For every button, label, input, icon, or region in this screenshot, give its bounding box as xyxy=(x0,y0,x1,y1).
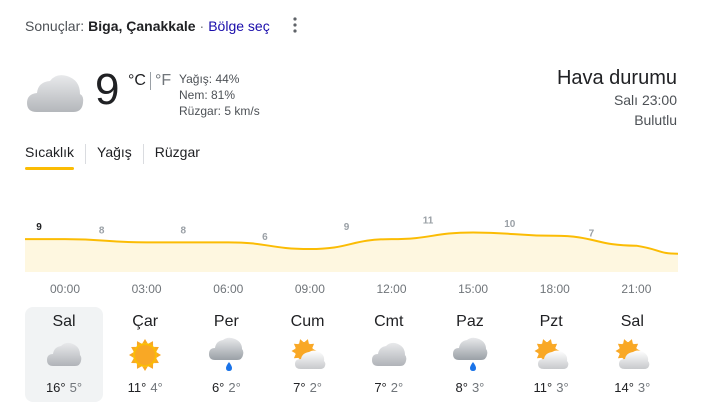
unit-toggle: °C °F xyxy=(128,72,171,90)
data-label: 6 xyxy=(262,232,268,243)
time-axis: 00:00 03:00 06:00 09:00 12:00 15:00 18:00 21:00 xyxy=(25,282,678,298)
data-label: 8 xyxy=(99,225,105,236)
wind-value: Rüzgar: 5 km/s xyxy=(179,104,260,118)
day-forecast[interactable]: Çar 11° 4° xyxy=(106,307,184,402)
time-label: 21:00 xyxy=(621,282,652,296)
day-name: Çar xyxy=(132,313,159,330)
daily-forecast: Sal 16° 5° Çar 11° 4° Per 6° 2° Cum 7° 2° Cmt 7° 2° Paz… xyxy=(25,307,678,402)
high-temperature: 6° xyxy=(211,380,225,395)
time-label: 03:00 xyxy=(131,282,162,296)
day-name: Paz xyxy=(456,313,484,330)
time-label: 18:00 xyxy=(539,282,570,296)
location-name: Biga, Çanakkale xyxy=(88,18,196,34)
low-temperature: 3° xyxy=(637,380,651,395)
day-temperatures: 16° 5° xyxy=(25,380,103,395)
data-label: 11 xyxy=(423,216,434,227)
rain-icon xyxy=(207,337,245,373)
low-temperature: 4° xyxy=(150,380,163,395)
day-name: Per xyxy=(213,313,239,330)
weather-details: Yağış: 44% Nem: 81% Rüzgar: 5 km/s xyxy=(179,71,260,119)
day-forecast[interactable]: Sal 16° 5° xyxy=(25,307,103,402)
day-temperatures: 7° 2° xyxy=(269,380,347,395)
data-label: 10 xyxy=(504,219,516,230)
weather-title: Hava durumu xyxy=(556,67,677,89)
time-label: 09:00 xyxy=(294,282,325,296)
data-label: 9 xyxy=(344,222,350,233)
rain-icon xyxy=(451,337,489,373)
precipitation-value: Yağış: 44% xyxy=(179,72,240,86)
partly-cloudy-icon xyxy=(289,337,327,373)
temperature-chart[interactable]: 9 8 8 6 9 11 10 7 xyxy=(25,200,678,272)
celsius-unit[interactable]: °C xyxy=(128,72,146,90)
results-prefix: Sonuçlar: xyxy=(25,18,85,34)
day-forecast[interactable]: Per 6° 2° xyxy=(187,307,265,402)
separator-dot: · xyxy=(199,18,205,34)
location-bar: Sonuçlar: Biga, Çanakkale · Bölge seç xyxy=(25,16,270,36)
data-label: 7 xyxy=(589,229,595,240)
high-temperature: 14° xyxy=(614,380,634,395)
low-temperature: 3° xyxy=(556,380,569,395)
partly-cloudy-icon xyxy=(532,337,570,373)
low-temperature: 2° xyxy=(390,380,404,395)
low-temperature: 5° xyxy=(69,380,83,395)
day-forecast[interactable]: Sal 14° 3° xyxy=(593,307,671,402)
current-condition: Bulutlu xyxy=(634,112,677,128)
tab-precipitation[interactable]: Yağış xyxy=(97,142,132,170)
day-forecast[interactable]: Pzt 11° 3° xyxy=(512,307,590,402)
day-name: Sal xyxy=(52,313,76,330)
day-name: Cum xyxy=(290,313,325,330)
partly-cloudy-icon xyxy=(613,337,651,373)
high-temperature: 16° xyxy=(45,380,66,395)
high-temperature: 7° xyxy=(374,380,387,395)
low-temperature: 2° xyxy=(228,380,241,395)
humidity-value: Nem: 81% xyxy=(179,88,236,102)
tab-divider xyxy=(85,144,87,164)
cloudy-icon xyxy=(45,337,83,373)
day-temperatures: 8° 3° xyxy=(431,380,509,395)
data-label: 9 xyxy=(36,222,42,233)
data-label: 8 xyxy=(181,225,187,236)
day-temperatures: 11° 4° xyxy=(106,380,184,395)
cloudy-icon xyxy=(370,337,408,373)
cloudy-icon xyxy=(27,75,84,112)
sunny-icon xyxy=(126,337,164,373)
day-forecast[interactable]: Paz 8° 3° xyxy=(431,307,509,402)
day-name: Pzt xyxy=(539,313,563,330)
day-temperatures: 14° 3° xyxy=(593,380,671,395)
tab-wind[interactable]: Rüzgar xyxy=(155,142,200,170)
day-temperatures: 6° 2° xyxy=(187,380,265,395)
tab-divider xyxy=(142,144,144,164)
select-region-link[interactable]: Bölge seç xyxy=(208,18,269,34)
day-temperatures: 7° 2° xyxy=(350,380,428,395)
high-temperature: 8° xyxy=(455,380,468,395)
time-label: 15:00 xyxy=(458,282,489,296)
time-label: 06:00 xyxy=(213,282,244,296)
low-temperature: 3° xyxy=(471,380,485,395)
current-temperature: 9 xyxy=(95,65,120,114)
tab-temperature[interactable]: Sıcaklık xyxy=(25,142,75,170)
day-forecast[interactable]: Cmt 7° 2° xyxy=(350,307,428,402)
low-temperature: 2° xyxy=(309,380,322,395)
time-label: 00:00 xyxy=(49,282,81,296)
day-temperatures: 11° 3° xyxy=(512,380,590,395)
time-label: 12:00 xyxy=(376,282,407,296)
high-temperature: 11° xyxy=(533,380,553,395)
day-forecast[interactable]: Cum 7° 2° xyxy=(269,307,347,402)
fahrenheit-unit[interactable]: °F xyxy=(155,72,171,90)
current-time: Salı 23:00 xyxy=(613,92,677,108)
high-temperature: 11° xyxy=(127,380,147,395)
chart-tabs: Sıcaklık Yağış Rüzgar xyxy=(25,142,200,170)
more-options-icon[interactable] xyxy=(289,16,301,34)
weather-header: Hava durumu Salı 23:00 Bulutlu xyxy=(557,66,677,130)
unit-divider xyxy=(149,72,151,90)
high-temperature: 7° xyxy=(293,380,306,395)
day-name: Cmt xyxy=(374,313,404,330)
day-name: Sal xyxy=(620,313,644,330)
